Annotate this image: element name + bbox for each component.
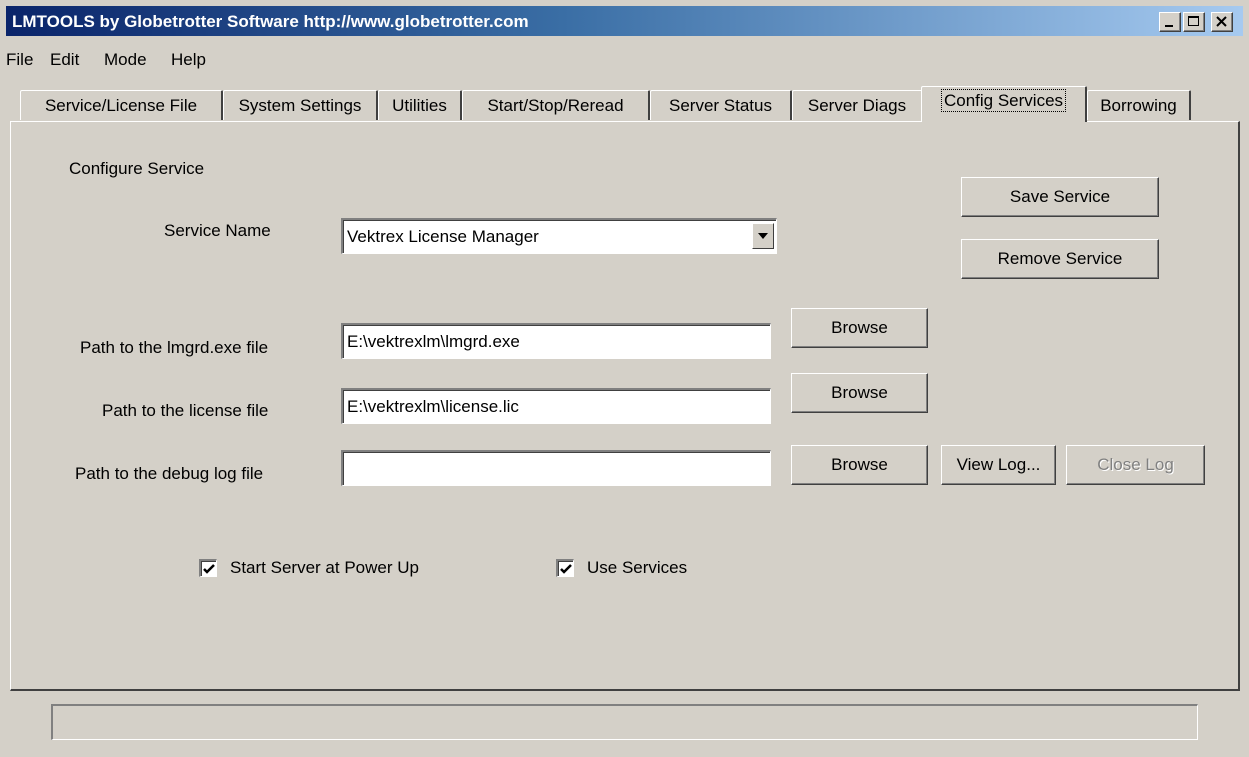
maximize-icon <box>1188 16 1199 26</box>
tab-server-diags[interactable]: Server Diags <box>792 90 923 120</box>
service-name-combo[interactable]: Vektrex License Manager <box>341 218 777 254</box>
tab-label: Service/License File <box>44 96 198 115</box>
browse-lmgrd-button[interactable]: Browse <box>791 308 928 348</box>
close-icon <box>1216 16 1227 27</box>
menu-file[interactable]: File <box>6 50 33 70</box>
start-at-power-up-label: Start Server at Power Up <box>230 558 419 577</box>
close-log-button[interactable]: Close Log <box>1066 445 1205 485</box>
browse-debug-log-button[interactable]: Browse <box>791 445 928 485</box>
license-path-input[interactable]: E:\vektrexlm\license.lic <box>341 388 771 424</box>
menu-edit[interactable]: Edit <box>50 50 79 70</box>
tab-system-settings[interactable]: System Settings <box>223 90 378 120</box>
minimize-icon <box>1165 25 1173 27</box>
maximize-button[interactable] <box>1183 12 1205 32</box>
remove-service-button[interactable]: Remove Service <box>961 239 1159 279</box>
tab-strip: Service/License File System Settings Uti… <box>20 86 1220 122</box>
tab-label: Start/Stop/Reread <box>487 96 624 115</box>
tab-label: Borrowing <box>1100 96 1177 115</box>
lmgrd-path-label: Path to the lmgrd.exe file <box>80 338 269 357</box>
tab-label: Utilities <box>392 96 447 115</box>
debug-log-path-label: Path to the debug log file <box>75 464 264 483</box>
menu-mode[interactable]: Mode <box>104 50 147 70</box>
close-button[interactable] <box>1211 12 1233 32</box>
tab-label: Server Diags <box>807 96 907 115</box>
service-name-label: Service Name <box>164 221 271 240</box>
use-services-label: Use Services <box>587 558 688 577</box>
tab-config-services[interactable]: Config Services <box>921 86 1087 122</box>
title-bar[interactable]: LMTOOLS by Globetrotter Software http://… <box>6 6 1243 36</box>
chevron-down-icon <box>758 233 768 239</box>
tab-label: System Settings <box>238 96 362 115</box>
tab-borrowing[interactable]: Borrowing <box>1087 90 1191 120</box>
menu-help[interactable]: Help <box>171 50 206 70</box>
configure-service-label: Configure Service <box>69 159 205 178</box>
tab-server-status[interactable]: Server Status <box>650 90 792 120</box>
lmgrd-path-input[interactable]: E:\vektrexlm\lmgrd.exe <box>341 323 771 359</box>
debug-log-path-input[interactable] <box>341 450 771 486</box>
config-services-panel: Configure Service Service Name Vektrex L… <box>10 121 1240 691</box>
minimize-button[interactable] <box>1159 12 1181 32</box>
use-services-checkbox[interactable] <box>556 559 574 577</box>
start-at-power-up-checkbox[interactable] <box>199 559 217 577</box>
service-name-value: Vektrex License Manager <box>347 227 539 246</box>
tab-service-license-file[interactable]: Service/License File <box>20 90 223 120</box>
window-title: LMTOOLS by Globetrotter Software http://… <box>12 12 529 31</box>
save-service-button[interactable]: Save Service <box>961 177 1159 217</box>
license-path-label: Path to the license file <box>102 401 269 420</box>
tab-label: Config Services <box>940 89 1067 112</box>
checkmark-icon <box>560 564 572 574</box>
checkmark-icon <box>203 564 215 574</box>
tab-utilities[interactable]: Utilities <box>378 90 462 120</box>
view-log-button[interactable]: View Log... <box>941 445 1056 485</box>
status-bar <box>51 704 1198 740</box>
browse-license-button[interactable]: Browse <box>791 373 928 413</box>
tab-start-stop-reread[interactable]: Start/Stop/Reread <box>462 90 650 120</box>
service-name-dropdown-button[interactable] <box>752 223 774 249</box>
lmtools-window: LMTOOLS by Globetrotter Software http://… <box>0 0 1249 757</box>
tab-label: Server Status <box>669 96 772 115</box>
